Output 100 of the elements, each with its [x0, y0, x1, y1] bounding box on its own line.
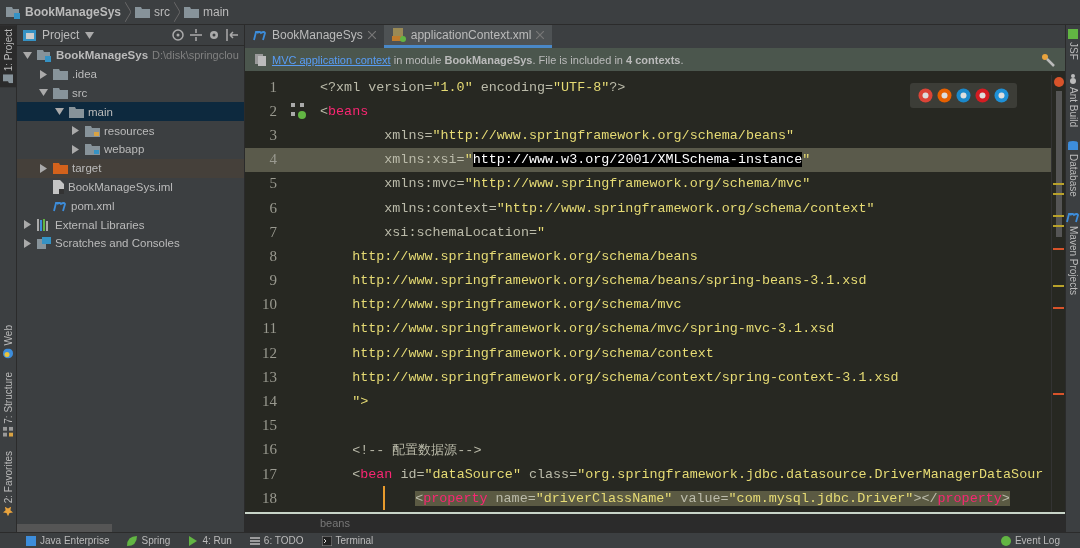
expanded-arrow-icon[interactable] [39, 88, 48, 98]
square-icon [26, 535, 36, 546]
m-letter-icon [253, 29, 267, 41]
breadcrumb[interactable]: main [184, 5, 230, 19]
collapsed-arrow-icon[interactable] [39, 163, 48, 173]
collapsed-arrow-icon[interactable] [39, 69, 48, 79]
tool-window-tab[interactable]: 1: Project [0, 25, 16, 88]
path-text: D:\disk\springclou [152, 49, 239, 62]
tool-window-button[interactable]: 4: Run [188, 535, 232, 546]
list-icon [249, 535, 260, 546]
tool-window-button[interactable]: Java Enterprise [26, 535, 110, 546]
breadcrumb[interactable]: src [135, 5, 171, 19]
project-view-icon [23, 29, 36, 41]
line-number: 16 [261, 441, 277, 459]
line-number: 18 [261, 489, 277, 507]
collapsed-arrow-icon[interactable] [71, 144, 80, 154]
event-icon [1000, 535, 1011, 546]
browser-icon[interactable] [956, 88, 971, 103]
tree-item[interactable]: .idea [17, 64, 244, 84]
notification-text: MVC application context in module BookManageSys. File is included in 4 contexts. [272, 53, 684, 66]
code-line: http://www.springframework.org/schema/context/spring-context-3.1.xsd [351, 369, 899, 385]
line-number: 10 [261, 296, 277, 314]
line-number: 6 [268, 199, 277, 217]
tree-item[interactable]: BookManageSys D:\disk\springclou [17, 46, 244, 65]
event-log-button[interactable]: Event Log [1000, 535, 1060, 546]
tool-window-button[interactable]: 6: TODO [249, 535, 304, 546]
code-line: xmlns="http://www.springframework.org/schema/beans" [383, 127, 795, 143]
line-number: 5 [268, 175, 277, 193]
tree-item[interactable]: BookManageSys.iml [17, 177, 244, 197]
tool-window-tab[interactable]: Ant Build [1066, 69, 1080, 131]
code-line: http://www.springframework.org/schema/mvc [351, 297, 682, 313]
folder-icon [53, 68, 68, 81]
tree-item[interactable]: webapp [17, 140, 244, 159]
browser-icon[interactable] [975, 88, 990, 103]
line-number: 9 [268, 272, 277, 290]
scrollbar[interactable] [1056, 91, 1062, 237]
tree-item[interactable]: target [17, 158, 244, 178]
browser-icon[interactable] [937, 88, 952, 103]
browser-icon[interactable] [918, 88, 933, 103]
tool-window-tab[interactable]: 7: Structure [0, 368, 16, 441]
browser-icon[interactable] [994, 88, 1009, 103]
settings-icon[interactable] [208, 29, 220, 41]
folder-icon [184, 6, 200, 18]
tree-item[interactable]: External Libraries [17, 215, 244, 234]
bean-icon [290, 103, 307, 120]
editor-tab[interactable]: applicationContext.xml [383, 25, 553, 48]
tree-item[interactable]: src [17, 83, 244, 103]
collapsed-arrow-icon[interactable] [23, 238, 32, 248]
line-number: 12 [261, 344, 277, 362]
tool-window-tab[interactable]: JSF [1066, 25, 1080, 64]
run-icon [188, 535, 199, 546]
code-line: http://www.springframework.org/schema/mvc/spring-mvc-3.1.xsd [351, 321, 835, 337]
line-number: 13 [261, 368, 277, 386]
expanded-arrow-icon[interactable] [23, 50, 32, 60]
terminal-icon [321, 535, 332, 546]
code-line: xmlns:context="http://www.springframework.org/schema/context" [383, 200, 875, 216]
folder-icon [69, 105, 84, 118]
hide-icon[interactable] [226, 29, 238, 41]
folder-icon [53, 162, 68, 175]
scratches-icon [37, 236, 51, 250]
tree-item[interactable]: main [17, 102, 244, 122]
tool-window-tab[interactable]: Web [0, 320, 16, 363]
file-icon [53, 179, 64, 194]
close-icon[interactable] [367, 31, 376, 39]
code-line: xsi:schemaLocation=" [383, 224, 545, 240]
code-line: xmlns:mvc="http://www.springframework.org/schema/mvc" [383, 176, 811, 192]
line-number: 8 [268, 247, 277, 265]
leaf-icon [127, 535, 138, 546]
m-letter-icon [53, 199, 67, 212]
tree-item[interactable]: Scratches and Consoles [17, 233, 244, 253]
breadcrumb[interactable]: BookManageSys [6, 5, 122, 19]
tool-window-button[interactable]: Spring [127, 535, 171, 546]
tool-window-tab[interactable]: Database [1066, 136, 1080, 201]
star-icon [3, 506, 13, 516]
expanded-arrow-icon[interactable] [55, 107, 64, 117]
globe-icon [3, 348, 13, 359]
ant-icon [1068, 73, 1078, 84]
folder-icon [53, 87, 68, 99]
code-line: <beans [320, 103, 369, 119]
code-line: http://www.springframework.org/schema/beans [351, 248, 698, 264]
line-number: 17 [261, 465, 277, 483]
target-icon[interactable] [172, 29, 184, 41]
folder-icon [3, 74, 13, 84]
panel-title[interactable]: Project [42, 28, 80, 42]
tree-item[interactable]: pom.xml [17, 196, 244, 216]
code-line: http://www.springframework.org/schema/beans/spring-beans-3.1.xsd [351, 273, 867, 289]
tree-item[interactable]: resources [17, 121, 244, 140]
tool-window-tab[interactable]: 2: Favorites [0, 446, 16, 520]
line-number: 1 [268, 78, 277, 96]
caret-icon[interactable] [85, 30, 95, 40]
tool-window-button[interactable]: Terminal [321, 535, 374, 546]
line-number: 11 [261, 320, 277, 338]
collapsed-arrow-icon[interactable] [71, 126, 80, 136]
scrollbar[interactable] [17, 524, 112, 532]
collapse-icon[interactable] [190, 29, 202, 41]
wrench-icon[interactable] [1041, 52, 1055, 67]
xml-file-icon [391, 28, 406, 42]
collapsed-arrow-icon[interactable] [23, 220, 32, 230]
breadcrumb[interactable]: beans [320, 517, 350, 529]
tool-window-tab[interactable]: Maven Projects [1066, 206, 1080, 299]
